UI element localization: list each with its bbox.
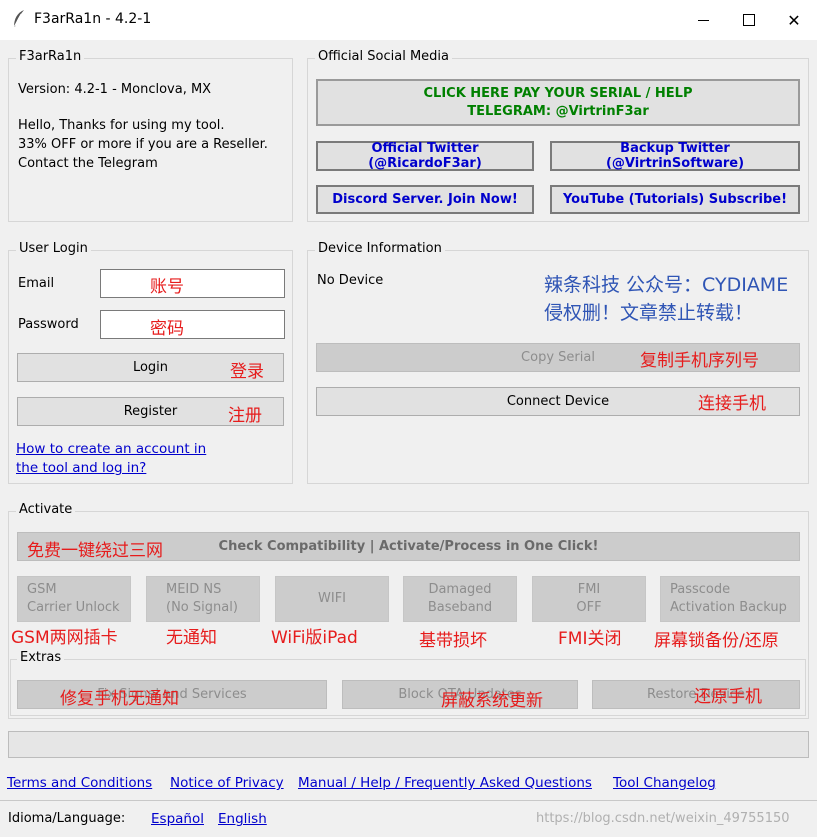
maximize-button[interactable] [726, 0, 772, 40]
meid-line2: (No Signal) [166, 600, 238, 615]
login-button-label: Login [132, 360, 169, 375]
official-twitter-button[interactable]: Official Twitter (@RicardoF3ar) [316, 141, 534, 171]
gsm-carrier-unlock-button[interactable]: GSM Carrier Unlock [17, 576, 131, 622]
minimize-button[interactable] [680, 0, 726, 40]
password-label: Password [18, 317, 79, 332]
damaged-line2: Baseband [427, 600, 493, 615]
pay-serial-line2: TELEGRAM: @VirtrinF3ar [467, 103, 649, 119]
register-annotation: 注册 [228, 406, 262, 426]
social-media-group-label: Official Social Media [315, 49, 452, 64]
youtube-button[interactable]: YouTube (Tutorials) Subscribe! [550, 185, 800, 214]
pay-serial-button[interactable]: CLICK HERE PAY YOUR SERIAL / HELP TELEGR… [316, 79, 800, 126]
restore-annotation: 还原手机 [694, 687, 762, 707]
email-annotation: 账号 [150, 277, 184, 297]
window-title: F3arRa1n - 4.2-1 [34, 11, 152, 27]
copy-serial-annotation: 复制手机序列号 [640, 351, 759, 371]
footer-separator [0, 800, 817, 801]
fmi-off-button[interactable]: FMI OFF [532, 576, 646, 622]
close-icon: ✕ [787, 10, 801, 30]
progress-bar [8, 731, 809, 758]
language-label: Idioma/Language: [8, 811, 126, 826]
privacy-link[interactable]: Notice of Privacy [170, 775, 284, 791]
wifi-button[interactable]: WIFI [275, 576, 389, 622]
version-text: Version: 4.2-1 - Monclova, MX [18, 82, 212, 97]
device-information-group-label: Device Information [315, 241, 445, 256]
gsm-line1: GSM [27, 582, 57, 597]
wifi-annotation: WiFi版iPad [271, 628, 358, 648]
contact-text: Contact the Telegram [18, 156, 158, 171]
changelog-link[interactable]: Tool Changelog [613, 775, 716, 791]
blog-watermark: https://blog.csdn.net/weixin_49755150 [536, 811, 790, 826]
user-login-group-label: User Login [16, 241, 91, 256]
passcode-line2: Activation Backup [670, 600, 787, 615]
activate-group-label: Activate [16, 502, 76, 517]
gsm-annotation: GSM两网插卡 [11, 628, 118, 648]
close-button[interactable]: ✕ [771, 0, 817, 40]
fmi-line2: OFF [576, 600, 602, 615]
create-account-link-line2[interactable]: the tool and log in? [16, 460, 146, 476]
passcode-annotation: 屏幕锁备份/还原 [654, 631, 779, 651]
info-group-label: F3arRa1n [16, 49, 85, 64]
terms-link[interactable]: Terms and Conditions [7, 775, 152, 791]
register-button-label: Register [123, 404, 178, 419]
connect-device-annotation: 连接手机 [698, 394, 766, 414]
block-ota-annotation: 屏蔽系统更新 [441, 691, 543, 711]
welcome-text: Hello, Thanks for using my tool. [18, 118, 225, 133]
meid-line1: MEID NS [166, 582, 222, 597]
damaged-line1: Damaged [428, 582, 492, 597]
copy-serial-label: Copy Serial [521, 350, 595, 365]
baseband-annotation: 基带损坏 [419, 631, 487, 651]
email-label: Email [18, 276, 55, 291]
email-field[interactable] [100, 269, 285, 298]
minimize-icon [697, 19, 709, 21]
password-field[interactable] [100, 310, 285, 339]
title-bar: F3arRa1n - 4.2-1 ✕ [0, 0, 817, 40]
check-compatibility-label: Check Compatibility | Activate/Process i… [218, 539, 599, 554]
check-compatibility-annotation: 免费一键绕过三网 [27, 541, 163, 561]
watermark-line1: 辣条科技 公众号：CYDIAME [544, 274, 789, 296]
meid-annotation: 无通知 [166, 628, 217, 648]
connect-device-label: Connect Device [506, 394, 610, 409]
fmi-line1: FMI [577, 582, 601, 597]
create-account-link-line1[interactable]: How to create an account in [16, 441, 206, 457]
fix-signal-annotation: 修复手机无通知 [60, 689, 179, 709]
wifi-line1: WIFI [318, 591, 346, 606]
reseller-text: 33% OFF or more if you are a Reseller. [18, 137, 268, 152]
fmi-annotation: FMI关闭 [558, 629, 622, 649]
spanish-link[interactable]: Español [151, 811, 204, 827]
gsm-line2: Carrier Unlock [27, 600, 120, 615]
passcode-line1: Passcode [670, 582, 731, 597]
extras-group-label: Extras [17, 650, 65, 665]
manual-link[interactable]: Manual / Help / Frequently Asked Questio… [298, 775, 592, 791]
device-status: No Device [317, 273, 384, 288]
feather-icon [12, 9, 28, 29]
maximize-icon [743, 14, 755, 26]
watermark-line2: 侵权删！文章禁止转载！ [544, 302, 754, 324]
english-link[interactable]: English [218, 811, 267, 827]
pay-serial-line1: CLICK HERE PAY YOUR SERIAL / HELP [423, 85, 693, 101]
discord-button[interactable]: Discord Server. Join Now! [316, 185, 534, 214]
password-annotation: 密码 [150, 319, 184, 339]
backup-twitter-button[interactable]: Backup Twitter (@VirtrinSoftware) [550, 141, 800, 171]
passcode-backup-button[interactable]: Passcode Activation Backup [660, 576, 800, 622]
meid-ns-button[interactable]: MEID NS (No Signal) [146, 576, 260, 622]
login-annotation: 登录 [230, 362, 264, 382]
damaged-baseband-button[interactable]: Damaged Baseband [403, 576, 517, 622]
